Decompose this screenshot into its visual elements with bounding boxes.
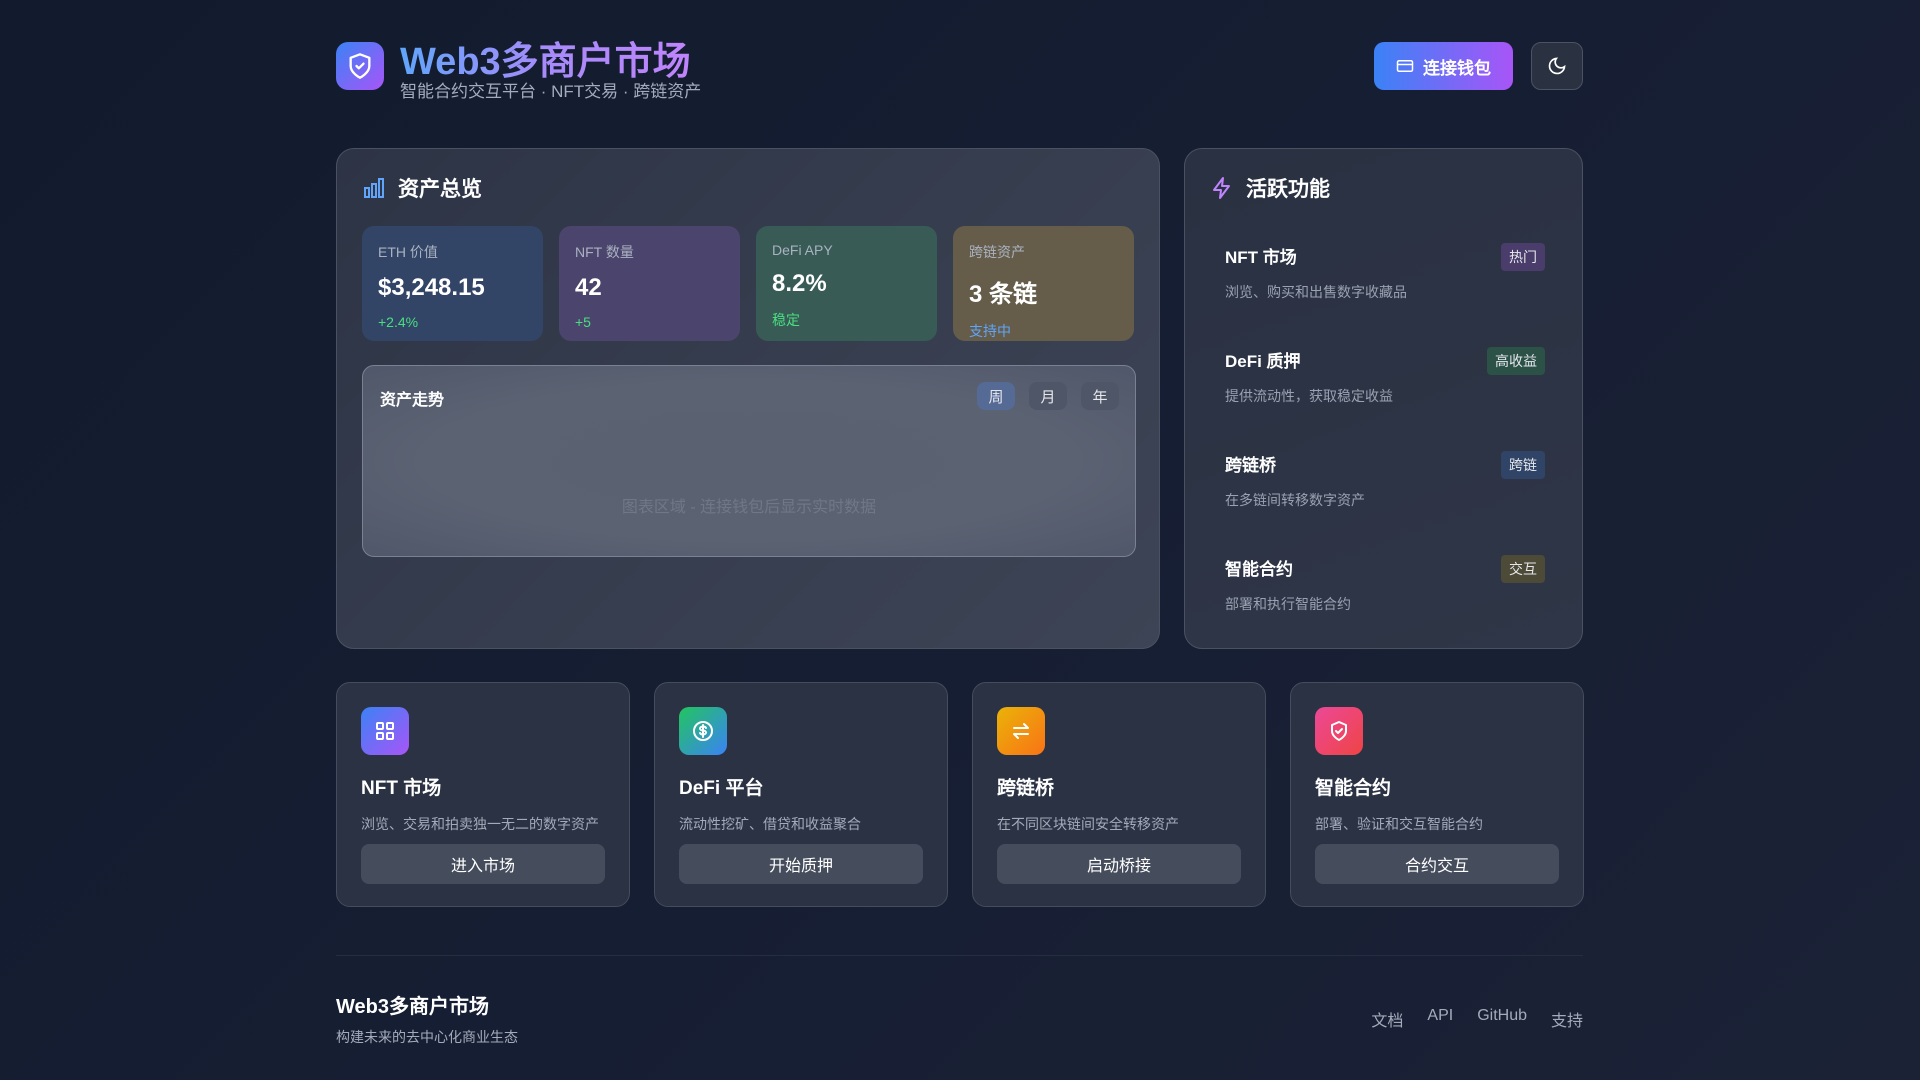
feature-desc: 在多链间转移数字资产: [1225, 492, 1365, 508]
feature-badge: 热门: [1501, 243, 1545, 271]
range-month-button[interactable]: 月: [1029, 382, 1067, 410]
stat-card: DeFi APY 8.2% 稳定: [756, 226, 937, 341]
feature-item[interactable]: NFT 市场 浏览、购买和出售数字收藏品 热门: [1225, 243, 1545, 302]
feature-item[interactable]: DeFi 质押 提供流动性，获取稳定收益 高收益: [1225, 347, 1545, 406]
card-desc: 在不同区块链间安全转移资产: [997, 816, 1179, 832]
grid-icon: [361, 707, 409, 755]
asset-trend-chart: 资产走势 周 月 年 图表区域 - 连接钱包后显示实时数据: [362, 365, 1136, 557]
feature-badge: 跨链: [1501, 451, 1545, 479]
card-action-button[interactable]: 进入市场: [361, 844, 605, 884]
stat-label: 跨链资产: [969, 244, 1025, 260]
stat-change: 稳定: [772, 312, 800, 328]
feature-item[interactable]: 跨链桥 在多链间转移数字资产 跨链: [1225, 451, 1545, 510]
feature-card: 智能合约 部署、验证和交互智能合约 合约交互: [1290, 682, 1584, 907]
stat-card: NFT 数量 42 +5: [559, 226, 740, 341]
header: Web3多商户市场 智能合约交互平台 · NFT交易 · 跨链资产 连接钱包: [336, 30, 1583, 101]
stat-change: +5: [575, 314, 591, 330]
stat-card: 跨链资产 3 条链 支持中: [953, 226, 1134, 341]
panel-title: 资产总览: [398, 178, 482, 201]
shield-check-icon: [1315, 707, 1363, 755]
card-title: 跨链桥: [997, 778, 1055, 799]
range-year-button[interactable]: 年: [1081, 382, 1119, 410]
feature-badge: 高收益: [1487, 347, 1545, 375]
feature-badge: 交互: [1501, 555, 1545, 583]
card-action-button[interactable]: 合约交互: [1315, 844, 1559, 884]
app-subtitle: 智能合约交互平台 · NFT交易 · 跨链资产: [400, 82, 702, 101]
footer-title: Web3多商户市场: [336, 996, 489, 1018]
stat-label: ETH 价值: [378, 244, 438, 260]
stat-value: $3,248.15: [378, 274, 485, 301]
card-title: NFT 市场: [361, 778, 442, 799]
stat-value: 3 条链: [969, 281, 1038, 308]
shield-logo-icon: [336, 42, 384, 90]
card-action-button[interactable]: 开始质押: [679, 844, 923, 884]
chart-title: 资产走势: [380, 392, 445, 409]
stat-card: ETH 价值 $3,248.15 +2.4%: [362, 226, 543, 341]
feature-card: 跨链桥 在不同区块链间安全转移资产 启动桥接: [972, 682, 1266, 907]
wallet-icon: [1396, 60, 1414, 72]
feature-name: NFT 市场: [1225, 248, 1297, 267]
footer-link-support[interactable]: 支持: [1551, 1007, 1583, 1031]
feature-name: 跨链桥: [1225, 456, 1276, 475]
stat-value: 42: [575, 274, 602, 301]
panel-title: 活跃功能: [1246, 178, 1330, 201]
stat-change: +2.4%: [378, 314, 419, 330]
feature-card: DeFi 平台 流动性挖矿、借贷和收益聚合 开始质押: [654, 682, 948, 907]
swap-icon: [997, 707, 1045, 755]
feature-desc: 浏览、购买和出售数字收藏品: [1225, 284, 1407, 300]
footer-divider: [336, 955, 1583, 956]
connect-wallet-label: 连接钱包: [1423, 58, 1491, 78]
asset-overview-panel: 资产总览 ETH 价值 $3,248.15 +2.4% NFT 数量 42 +5…: [336, 148, 1160, 649]
card-desc: 流动性挖矿、借贷和收益聚合: [679, 816, 861, 832]
stat-change: 支持中: [969, 323, 1011, 339]
bar-chart-icon: [364, 178, 384, 198]
feature-desc: 提供流动性，获取稳定收益: [1225, 388, 1393, 404]
connect-wallet-button[interactable]: 连接钱包: [1374, 42, 1513, 90]
feature-name: 智能合约: [1225, 560, 1293, 579]
footer-link-docs[interactable]: 文档: [1371, 1007, 1403, 1031]
footer-link-github[interactable]: GitHub: [1477, 1007, 1527, 1031]
stat-value: 8.2%: [772, 270, 827, 297]
card-action-button[interactable]: 启动桥接: [997, 844, 1241, 884]
lightning-icon: [1213, 177, 1230, 199]
dollar-icon: [679, 707, 727, 755]
card-desc: 浏览、交易和拍卖独一无二的数字资产: [361, 816, 599, 832]
footer-subtitle: 构建未来的去中心化商业生态: [336, 1029, 518, 1045]
feature-item[interactable]: 智能合约 部署和执行智能合约 交互: [1225, 555, 1545, 614]
feature-card: NFT 市场 浏览、交易和拍卖独一无二的数字资产 进入市场: [336, 682, 630, 907]
feature-desc: 部署和执行智能合约: [1225, 596, 1351, 612]
footer-link-api[interactable]: API: [1427, 1007, 1453, 1031]
chart-empty-text: 图表区域 - 连接钱包后显示实时数据: [621, 499, 877, 516]
active-features-panel: 活跃功能 NFT 市场 浏览、购买和出售数字收藏品 热门 DeFi 质押 提供流…: [1184, 148, 1583, 649]
theme-toggle-button[interactable]: [1531, 42, 1583, 90]
range-week-button[interactable]: 周: [977, 382, 1015, 410]
card-title: DeFi 平台: [679, 778, 764, 799]
card-title: 智能合约: [1315, 778, 1392, 799]
stat-label: NFT 数量: [575, 244, 634, 260]
moon-icon: [1548, 57, 1566, 75]
stat-label: DeFi APY: [772, 242, 833, 258]
card-desc: 部署、验证和交互智能合约: [1315, 816, 1483, 832]
